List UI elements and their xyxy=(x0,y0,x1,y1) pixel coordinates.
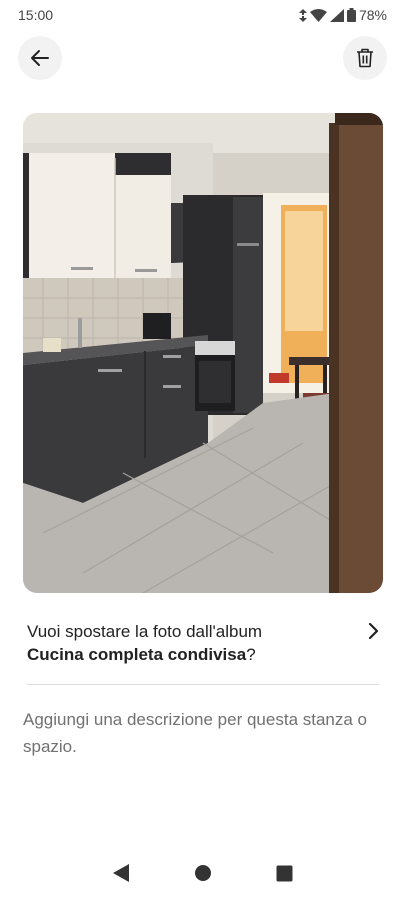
question-suffix: ? xyxy=(246,645,256,664)
back-button[interactable] xyxy=(18,36,62,80)
description-input[interactable]: Aggiungi una descrizione per questa stan… xyxy=(23,706,383,760)
nav-recents-icon xyxy=(276,865,293,881)
kitchen-photo[interactable] xyxy=(23,113,383,593)
move-album-line1: Vuoi spostare la foto dall'album xyxy=(27,622,263,641)
kitchen-photo-illustration xyxy=(23,113,383,593)
battery-percent: 78% xyxy=(358,7,387,23)
album-name: Cucina completa condivisa xyxy=(27,645,247,664)
nav-recents-button[interactable] xyxy=(276,865,293,882)
status-bar: 15:00 78% xyxy=(0,0,405,30)
nav-home-icon xyxy=(195,865,211,881)
system-nav-bar xyxy=(0,848,405,898)
data-arrows-icon xyxy=(298,8,307,22)
trash-icon xyxy=(357,48,373,68)
move-album-row[interactable]: Vuoi spostare la foto dall'album Cucina … xyxy=(27,620,379,666)
arrow-left-icon xyxy=(31,50,49,66)
signal-icon xyxy=(329,8,344,22)
nav-back-button[interactable] xyxy=(112,863,130,883)
status-icons: 78% xyxy=(298,7,387,23)
nav-back-icon xyxy=(113,864,129,882)
nav-home-button[interactable] xyxy=(194,864,212,882)
status-time: 15:00 xyxy=(18,7,54,23)
divider xyxy=(27,684,379,685)
battery-icon xyxy=(346,8,356,22)
chevron-right-icon xyxy=(368,622,379,640)
wifi-icon xyxy=(309,8,327,22)
move-album-text: Vuoi spostare la foto dall'album Cucina … xyxy=(27,620,262,666)
delete-photo-button[interactable] xyxy=(343,36,387,80)
